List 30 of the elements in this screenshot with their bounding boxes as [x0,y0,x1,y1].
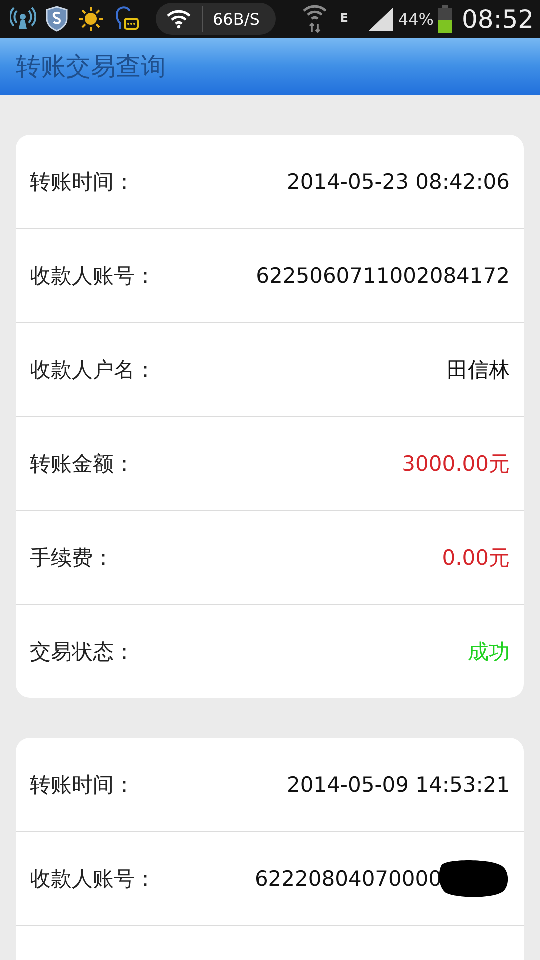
battery-percent: 44% [398,10,434,28]
hotspot-icon [10,7,36,31]
field-value: 2014-05-23 08:42:06 [286,170,510,194]
field-value: 成功 [468,638,510,666]
signal-icon [368,7,394,31]
field-label: 收款人账号： [30,262,156,290]
battery-icon [438,5,452,33]
wifi-transfer-icon [302,5,328,33]
field-value: 3000.00元 [402,450,510,478]
field-value: 0.00元 [442,544,510,572]
clock: 08:52 [462,4,534,34]
field-label: 转账时间： [30,168,135,196]
field-value: 6225060711002084172 [256,264,510,288]
field-label: 收款人账号： [30,866,156,892]
field-label: 交易状态： [30,638,135,666]
sun-icon [78,6,104,32]
field-value: 62220804070000 [254,866,442,890]
field-value: 田信林 [447,356,510,384]
shield-icon [46,6,68,32]
network-type: E [340,10,348,24]
field-value: 2014-05-09 14:53:21 [286,772,510,796]
chat-icon [114,5,140,33]
page-title: 转账交易查询 [16,51,166,83]
field-label: 收款人户名： [30,356,156,384]
field-label: 手续费： [30,544,114,572]
redaction-mark [438,858,510,898]
wifi-icon [166,9,192,29]
field-label: 转账金额： [30,450,135,478]
field-label: 转账时间： [30,772,135,798]
network-speed: 66B/S [213,10,260,28]
